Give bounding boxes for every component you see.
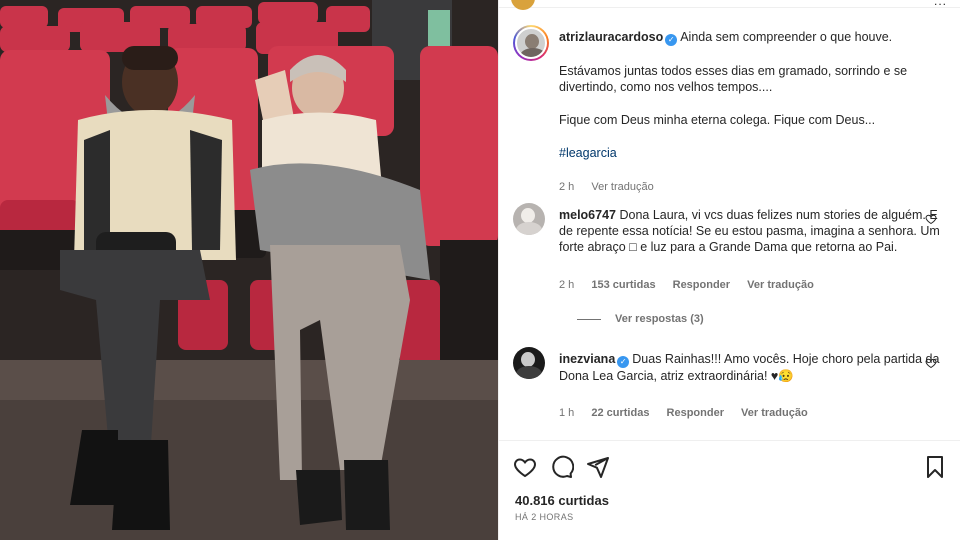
like-icon[interactable] <box>513 455 537 479</box>
replies-divider <box>577 318 601 320</box>
comment-meta: 1 h 22 curtidas Responder Ver tradução <box>559 407 822 419</box>
comment-body: Duas Rainhas!!! Amo vocês. Hoje choro pe… <box>559 352 940 383</box>
comment-text: inezviana ✓ Duas Rainhas!!! Amo vocês. Hoj… <box>559 351 944 384</box>
heart-icon[interactable] <box>925 213 937 225</box>
view-replies-button[interactable]: Ver respostas (3) <box>577 313 704 325</box>
comment-text: melo6747 Dona Laura, vi vcs duas felizes… <box>559 207 944 255</box>
post-header: ... <box>499 0 960 10</box>
comment-username[interactable]: inezviana <box>559 352 615 366</box>
caption-text: atrizlauracardoso ✓ Ainda sem compreender … <box>559 29 944 161</box>
caption-entry: atrizlauracardoso ✓ Ainda sem compreender … <box>513 23 943 193</box>
comment-translate-link[interactable]: Ver tradução <box>741 407 808 419</box>
comment-likes[interactable]: 153 curtidas <box>591 279 655 291</box>
comment-avatar[interactable] <box>513 347 545 379</box>
comment-translate-link[interactable]: Ver tradução <box>747 279 814 291</box>
comment-likes[interactable]: 22 curtidas <box>591 407 649 419</box>
comments-scroll-area[interactable]: atrizlauracardoso ✓ Ainda sem compreender … <box>499 9 960 440</box>
save-icon[interactable] <box>923 455 947 479</box>
heart-icon[interactable] <box>925 357 937 369</box>
instagram-post: ... atrizlauracardoso ✓ Ainda sem compreen… <box>0 0 960 540</box>
comment-reply-button[interactable]: Responder <box>667 407 724 419</box>
post-actions: 40.816 curtidas HÁ 2 HORAS <box>499 440 960 540</box>
post-photo[interactable] <box>0 0 498 540</box>
caption-avatar[interactable] <box>513 25 549 61</box>
comment-time: 1 h <box>559 407 575 419</box>
comment-avatar[interactable] <box>513 203 545 235</box>
caption-translate-link[interactable]: Ver tradução <box>591 181 653 193</box>
caption-username[interactable]: atrizlauracardoso <box>559 30 663 44</box>
verified-badge-icon: ✓ <box>617 356 630 368</box>
caption-line-3: Fique com Deus minha eterna colega. Fiqu… <box>559 113 876 127</box>
caption-hashtag[interactable]: #leagarcia <box>559 145 944 161</box>
comment-username[interactable]: melo6747 <box>559 208 616 222</box>
caption-meta: 2 h Ver tradução <box>559 181 668 193</box>
likes-count[interactable]: 40.816 curtidas <box>515 493 609 508</box>
comment-meta: 2 h 153 curtidas Responder Ver tradução <box>559 279 828 291</box>
caption-time: 2 h <box>559 181 575 193</box>
comment-reply-button[interactable]: Responder <box>673 279 730 291</box>
more-options-button[interactable]: ... <box>934 0 947 8</box>
caption-line-1: Ainda sem compreender o que houve. <box>680 30 893 44</box>
view-replies-label[interactable]: Ver respostas (3) <box>615 313 704 325</box>
comment-body: Dona Laura, vi vcs duas felizes num stor… <box>559 208 940 254</box>
share-icon[interactable] <box>586 455 610 479</box>
comment-item: inezviana ✓ Duas Rainhas!!! Amo vocês. Hoj… <box>513 347 943 437</box>
comment-icon[interactable] <box>550 455 574 479</box>
comment-time: 2 h <box>559 279 575 291</box>
caption-line-2: Estávamos juntas todos esses dias em gra… <box>559 64 908 94</box>
cinema-seats-photo <box>0 0 498 540</box>
comment-item: melo6747 Dona Laura, vi vcs duas felizes… <box>513 203 943 333</box>
post-time: HÁ 2 HORAS <box>515 512 574 522</box>
verified-badge-icon: ✓ <box>665 34 678 46</box>
post-side-panel: ... atrizlauracardoso ✓ Ainda sem compreen… <box>498 0 960 540</box>
